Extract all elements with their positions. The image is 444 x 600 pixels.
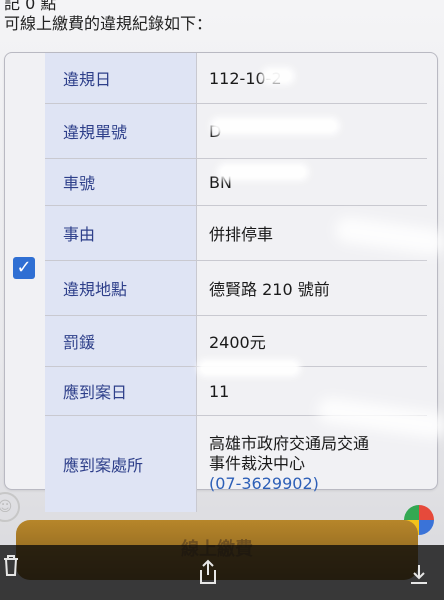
select-column: ✓ <box>5 53 46 489</box>
bottom-toolbar <box>0 545 444 600</box>
row-label: 應到案日 <box>45 366 197 416</box>
row-label: 違規日 <box>45 53 197 104</box>
row-label: 車號 <box>45 158 197 206</box>
trash-icon[interactable] <box>2 553 20 583</box>
violation-card: ✓ 違規日 112-10-2 違規單號 D 車號 BN 事由 併排停車 違規地點… <box>4 52 444 512</box>
row-label: 罰鍰 <box>45 315 197 367</box>
share-icon[interactable] <box>196 559 220 591</box>
emoji-icon[interactable]: ☺ <box>0 492 20 522</box>
row-value: 德賢路 210 號前 <box>196 260 427 316</box>
table-row: 應到案處所 高雄市政府交通局交通 事件裁決中心 (07-3629902) <box>45 415 427 512</box>
row-label: 違規單號 <box>45 103 197 159</box>
row-label: 應到案處所 <box>45 415 197 512</box>
redaction-mark <box>197 359 301 377</box>
row-value: 112-10-2 <box>196 53 427 104</box>
office-line-1: 高雄市政府交通局交通 <box>209 434 370 453</box>
select-checkbox[interactable]: ✓ <box>13 257 35 279</box>
redaction-mark <box>210 117 340 135</box>
intro-line: 可線上繳費的違規紀錄如下： <box>4 14 213 33</box>
row-label: 事由 <box>45 205 197 261</box>
office-phone[interactable]: (07-3629902) <box>209 474 426 494</box>
office-line-2: 事件裁決中心 <box>209 454 306 473</box>
redaction-mark <box>261 67 295 85</box>
row-label: 違規地點 <box>45 260 197 316</box>
table-row: 違規地點 德賢路 210 號前 <box>45 260 427 316</box>
redaction-mark <box>217 163 309 181</box>
table-row: 違規日 112-10-2 <box>45 53 427 104</box>
intro-text: 記 0 點 可線上繳費的違規紀錄如下： <box>4 0 212 34</box>
points-line: 記 0 點 <box>4 0 57 13</box>
download-icon[interactable] <box>408 563 430 591</box>
check-icon: ✓ <box>16 257 32 278</box>
